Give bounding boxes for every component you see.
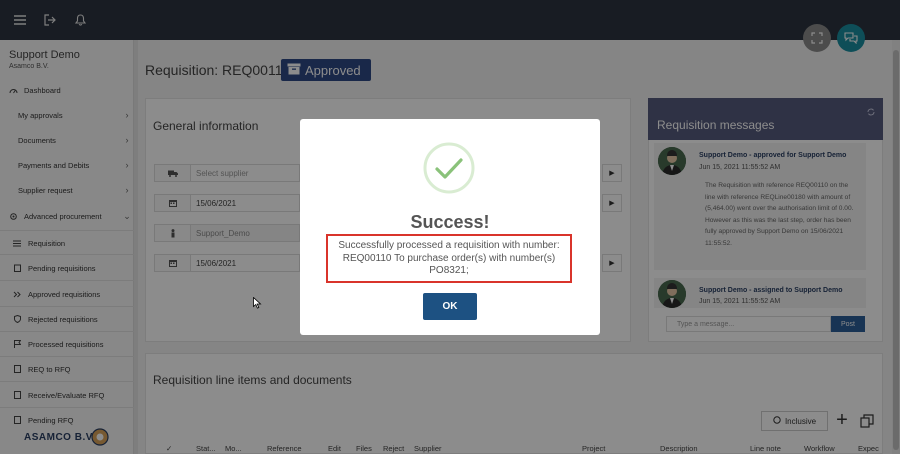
mouse-cursor-icon: [253, 297, 262, 309]
ok-button[interactable]: OK: [423, 293, 477, 320]
dialog-title: Success!: [410, 212, 490, 232]
success-check-icon: [423, 142, 475, 194]
dialog-message: Successfully processed a requisition wit…: [326, 234, 572, 283]
